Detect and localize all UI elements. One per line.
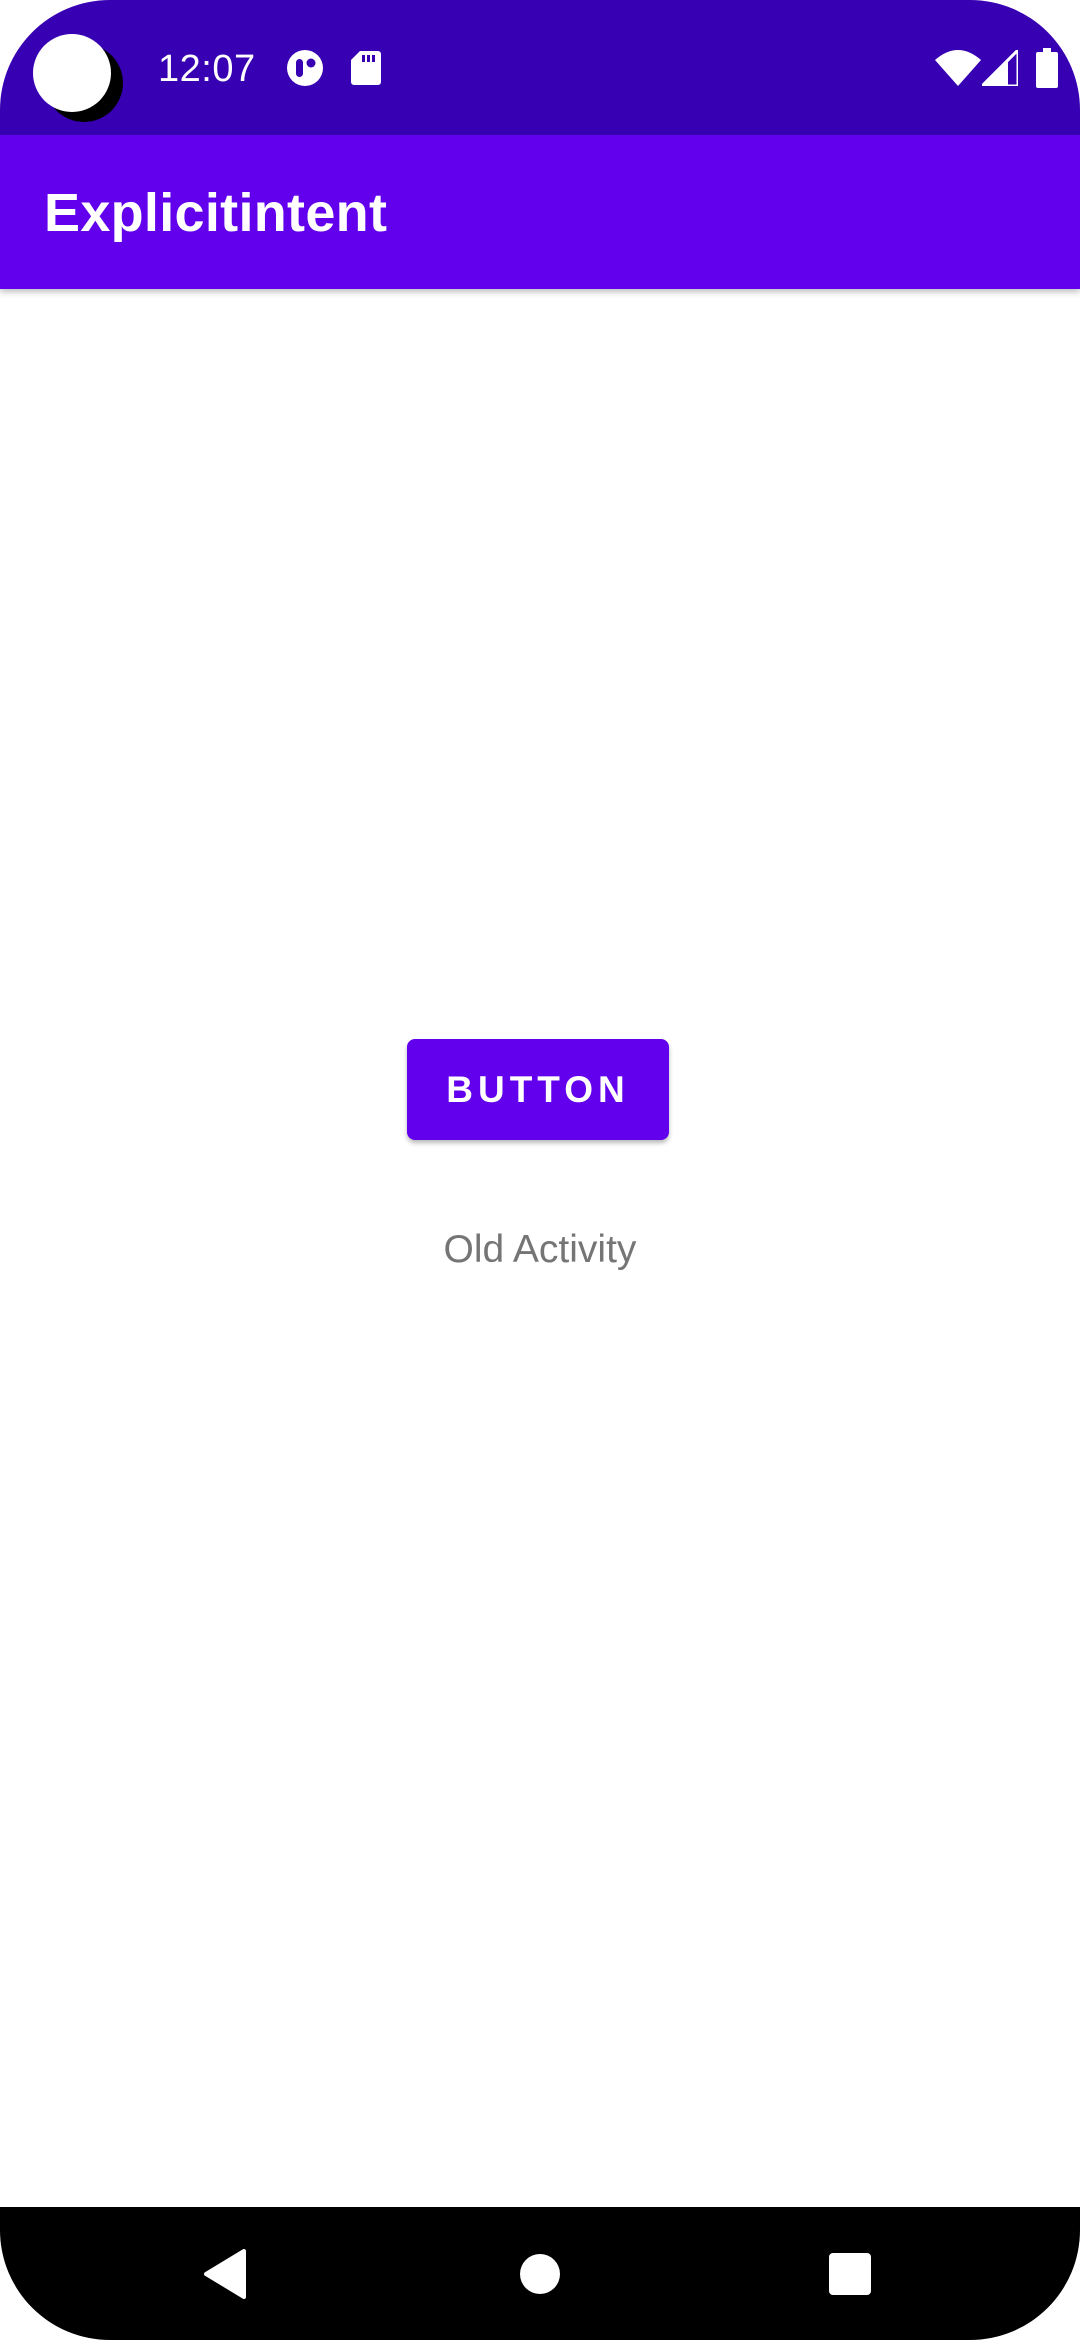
app-bar: Explicitintent: [0, 135, 1080, 289]
activity-label: Old Activity: [443, 1228, 637, 1271]
status-time: 12:07: [158, 48, 256, 90]
nav-bar: [0, 2207, 1080, 2340]
back-icon: [204, 2248, 246, 2299]
main-button[interactable]: BUTTON: [407, 1039, 669, 1140]
home-icon: [520, 2253, 560, 2294]
camera-cutout: [33, 34, 111, 112]
home-button[interactable]: [480, 2207, 600, 2340]
cell-signal-icon: [982, 50, 1018, 86]
app-title: Explicitintent: [44, 183, 388, 243]
screen: 12:07 Explicitintent BUTTON Old Activity: [0, 0, 1080, 2340]
sd-card-icon: [351, 51, 381, 85]
back-button[interactable]: [166, 2207, 286, 2340]
main-button-label: BUTTON: [446, 1068, 630, 1110]
wifi-icon: [935, 50, 981, 86]
battery-icon: [1036, 48, 1058, 88]
status-bar: 12:07: [0, 0, 1080, 135]
recents-button[interactable]: [790, 2207, 910, 2340]
notification-app-icon: [287, 50, 323, 86]
recents-icon: [829, 2252, 871, 2295]
